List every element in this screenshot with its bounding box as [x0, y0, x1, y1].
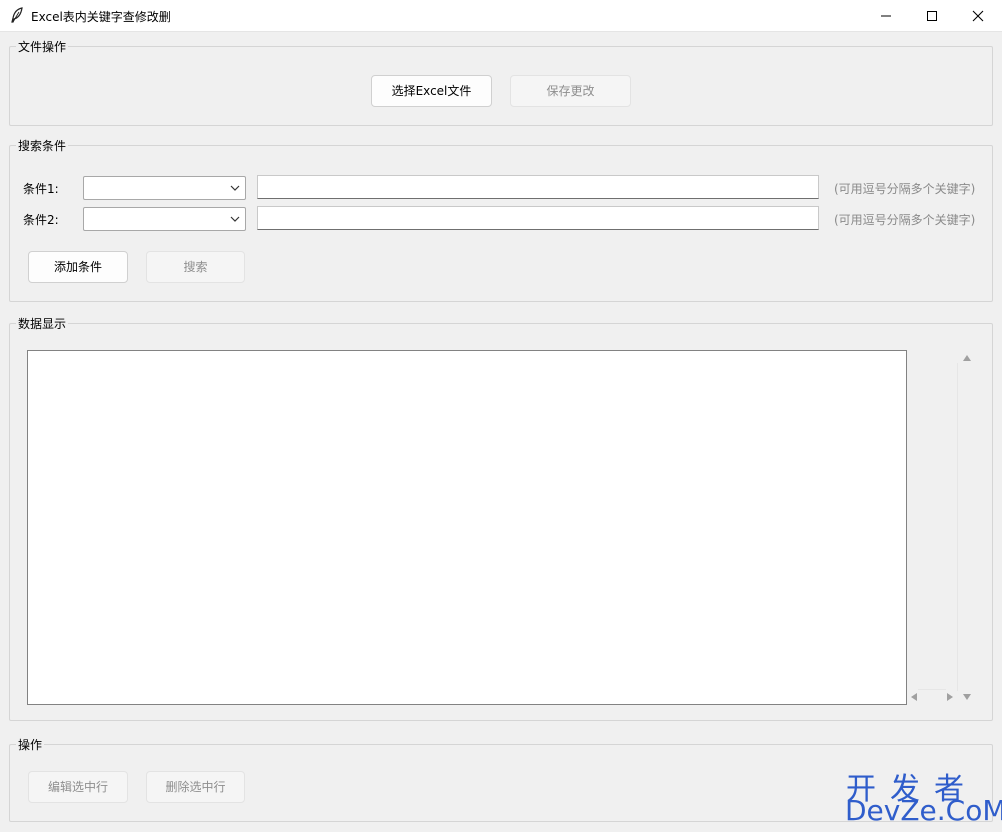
minimize-button[interactable]: [863, 0, 909, 31]
condition-1-keyword-input[interactable]: [257, 175, 819, 199]
watermark: 开发者 DevZe.CoM: [843, 764, 1002, 830]
search-button[interactable]: 搜索: [146, 251, 245, 283]
chevron-down-icon: [230, 185, 240, 191]
chevron-down-icon: [230, 216, 240, 222]
scroll-down-icon[interactable]: [962, 693, 972, 701]
maximize-icon: [927, 11, 937, 21]
maximize-button[interactable]: [909, 0, 955, 31]
scroll-up-icon[interactable]: [962, 354, 972, 362]
delete-row-button[interactable]: 删除选中行: [146, 771, 245, 803]
data-table[interactable]: [27, 350, 907, 705]
condition-1-hint: (可用逗号分隔多个关键字): [834, 182, 976, 196]
edit-row-button[interactable]: 编辑选中行: [28, 771, 128, 803]
add-condition-button[interactable]: 添加条件: [28, 251, 128, 283]
actions-legend: 操作: [18, 738, 43, 752]
vertical-scroll-track[interactable]: [957, 363, 958, 691]
close-icon: [972, 10, 984, 22]
condition-2-column-select[interactable]: [83, 207, 246, 231]
minimize-icon: [881, 15, 891, 17]
feather-icon: [11, 7, 23, 23]
select-excel-button[interactable]: 选择Excel文件: [371, 75, 492, 107]
window-title: Excel表内关键字查修改删: [31, 10, 171, 24]
close-button[interactable]: [955, 0, 1001, 31]
condition-2-hint: (可用逗号分隔多个关键字): [834, 213, 976, 227]
condition-1-label: 条件1:: [23, 182, 59, 196]
data-display-legend: 数据显示: [18, 317, 67, 331]
title-bar[interactable]: Excel表内关键字查修改删: [0, 0, 1002, 32]
horizontal-scrollbar[interactable]: [908, 689, 956, 705]
scroll-right-icon[interactable]: [946, 692, 954, 702]
save-changes-button[interactable]: 保存更改: [510, 75, 631, 107]
file-ops-legend: 文件操作: [18, 40, 67, 54]
condition-2-label: 条件2:: [23, 213, 59, 227]
condition-1-column-select[interactable]: [83, 176, 246, 200]
scroll-left-icon[interactable]: [910, 692, 918, 702]
vertical-scrollbar[interactable]: [957, 349, 977, 707]
horizontal-scroll-track[interactable]: [918, 689, 946, 690]
file-ops-group: 文件操作: [9, 38, 993, 126]
condition-2-keyword-input[interactable]: [257, 206, 819, 230]
search-legend: 搜索条件: [18, 139, 67, 153]
watermark-line2: DevZe.CoM: [845, 794, 1002, 827]
